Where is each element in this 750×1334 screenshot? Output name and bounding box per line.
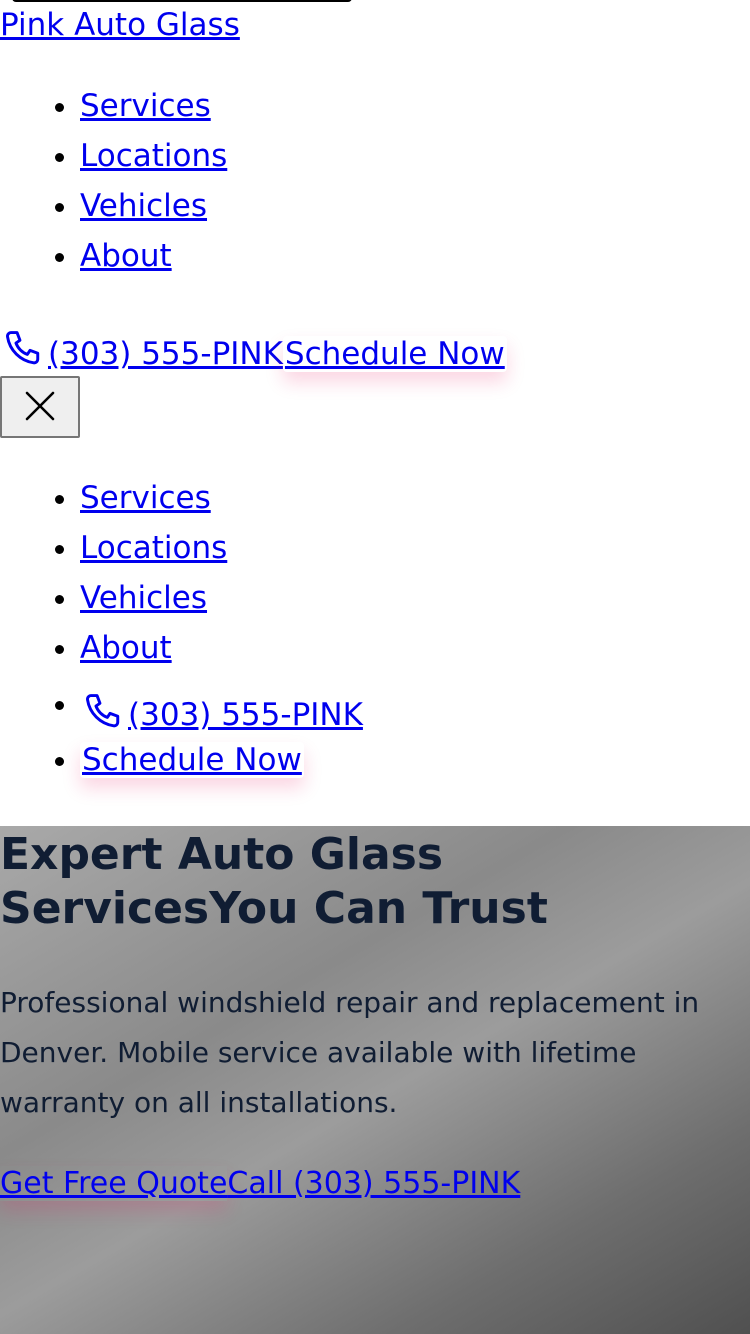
header-phone-text: (303) 555-PINK — [48, 336, 283, 372]
mobile-nav-item-vehicles: Vehicles — [80, 573, 363, 623]
mobile-nav-link-vehicles[interactable]: Vehicles — [80, 580, 207, 616]
nav-item-locations: Locations — [80, 131, 227, 181]
mobile-nav-item-about: About — [80, 623, 363, 673]
header-phone-link[interactable]: (303) 555-PINK — [0, 328, 283, 372]
nav-item-services: Services — [80, 81, 227, 131]
mobile-schedule-button[interactable]: Schedule Now — [80, 742, 304, 778]
hero-title: Expert Auto Glass ServicesYou Can Trust — [0, 829, 548, 934]
hero-section: Expert Auto Glass ServicesYou Can Trust … — [0, 826, 750, 1334]
nav-link-locations[interactable]: Locations — [80, 138, 227, 174]
mobile-nav-item-phone: (303) 555-PINK — [80, 673, 363, 735]
phone-icon — [0, 328, 48, 372]
brand-logo-link[interactable]: Pink Auto Glass — [0, 5, 240, 45]
phone-icon — [80, 691, 128, 735]
nav-item-about: About — [80, 231, 227, 281]
call-phone-button[interactable]: Call (303) 555-PINK — [227, 1166, 520, 1201]
mobile-nav-item-schedule: Schedule Now — [80, 735, 363, 785]
mobile-nav-item-services: Services — [80, 473, 363, 523]
close-icon — [24, 390, 56, 425]
nav-item-vehicles: Vehicles — [80, 181, 227, 231]
mobile-phone-link[interactable]: (303) 555-PINK — [80, 691, 363, 735]
close-menu-button[interactable] — [0, 376, 80, 438]
mobile-phone-text: (303) 555-PINK — [128, 697, 363, 733]
mobile-nav-link-about[interactable]: About — [80, 630, 172, 666]
nav-link-about[interactable]: About — [80, 238, 172, 274]
hero-cta-group: Get Free QuoteCall (303) 555-PINK — [0, 1162, 520, 1206]
hero-subtitle: Professional windshield repair and repla… — [0, 986, 700, 1119]
mobile-nav: Services Locations Vehicles About (303) … — [0, 473, 363, 785]
nav-link-services[interactable]: Services — [80, 88, 211, 124]
top-bar-edge — [12, 0, 352, 2]
mobile-nav-link-locations[interactable]: Locations — [80, 530, 227, 566]
header-schedule-button[interactable]: Schedule Now — [283, 336, 507, 372]
nav-link-vehicles[interactable]: Vehicles — [80, 188, 207, 224]
primary-nav: Services Locations Vehicles About — [0, 81, 227, 281]
header-actions: (303) 555-PINK Schedule Now — [0, 316, 507, 372]
get-free-quote-button[interactable]: Get Free Quote — [0, 1166, 227, 1201]
mobile-nav-link-services[interactable]: Services — [80, 480, 211, 516]
mobile-nav-item-locations: Locations — [80, 523, 363, 573]
